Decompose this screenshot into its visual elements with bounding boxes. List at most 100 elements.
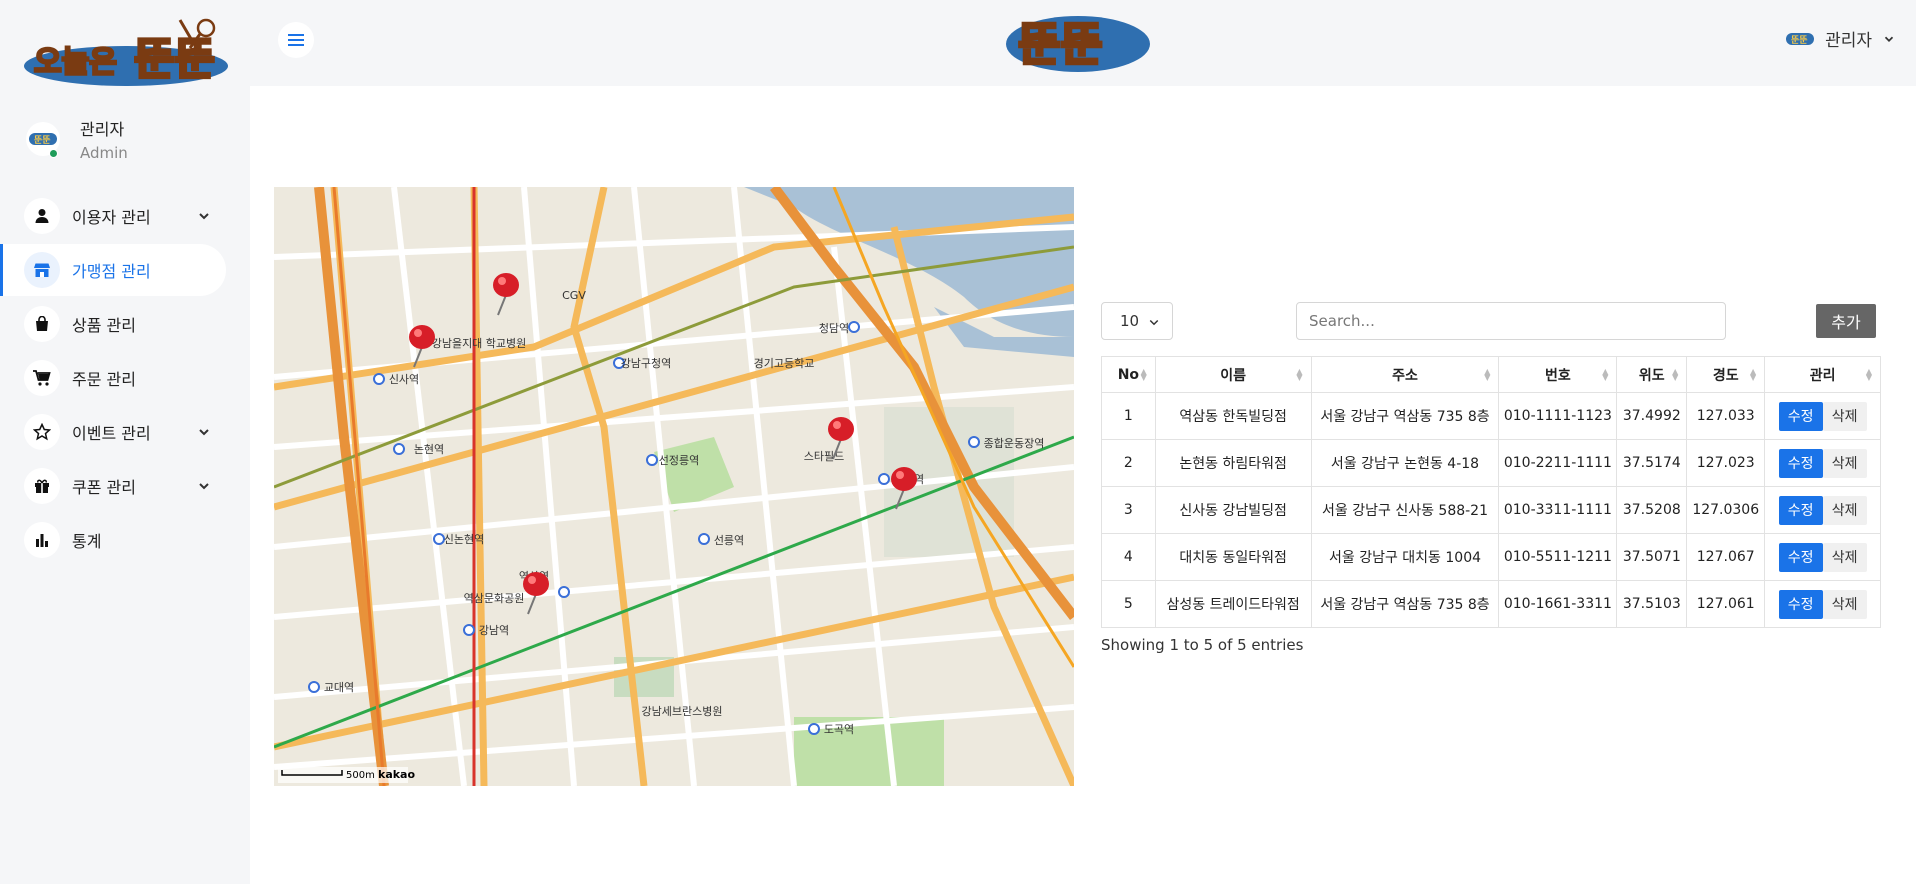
cell-latitude: 37.5174 xyxy=(1616,439,1688,487)
star-icon xyxy=(24,414,60,450)
map-label: 강남구청역 xyxy=(621,357,672,370)
cell-name: 역삼동 한독빌딩점 xyxy=(1154,392,1312,440)
map-label: 신사역 xyxy=(389,373,419,386)
cell-no: 1 xyxy=(1101,392,1156,440)
cell-no: 2 xyxy=(1101,439,1156,487)
cell-latitude: 37.5103 xyxy=(1616,580,1688,628)
map-label: 청담역 xyxy=(819,322,849,335)
map-label: 경기고등학교 xyxy=(754,357,815,370)
edit-button[interactable]: 수정 xyxy=(1778,589,1823,619)
svg-text:뚠뚠: 뚠뚠 xyxy=(134,34,215,85)
column-header-manage[interactable]: 관리 ▲ ▼ xyxy=(1764,356,1881,393)
user-menu[interactable]: 뚠뚠 관리자 xyxy=(1785,26,1896,51)
cell-name: 논현동 하림타워점 xyxy=(1154,439,1312,487)
edit-button[interactable]: 수정 xyxy=(1778,448,1823,478)
cell-no: 4 xyxy=(1101,533,1156,581)
sidebar-menu: 이용자 관리 가맹점 관리 상품 관리 주문 관리 이벤트 관리 쿠폰 관리 통… xyxy=(0,190,250,568)
page-length-value: 10 xyxy=(1120,312,1140,330)
cell-latitude: 37.4992 xyxy=(1616,392,1688,440)
sidebar-item-products[interactable]: 상품 관리 xyxy=(0,298,250,350)
column-header-phone[interactable]: 번호 ▲ ▼ xyxy=(1498,356,1618,393)
cell-longitude: 127.061 xyxy=(1686,580,1766,628)
svg-text:뚠뚠: 뚠뚠 xyxy=(34,135,51,146)
add-store-button[interactable]: 추가 xyxy=(1816,304,1876,338)
cell-phone: 010-3311-1111 xyxy=(1498,486,1618,534)
cell-address: 서울 강남구 신사동 588-21 xyxy=(1310,486,1500,534)
sidebar-item-label: 가맹점 관리 xyxy=(72,262,151,281)
delete-button[interactable]: 삭제 xyxy=(1822,589,1867,619)
sidebar: 오늘은 뚠뚠 뚠뚠 관리자 Admin 이용자 관리 가맹점 관리 상품 관리 … xyxy=(0,0,250,884)
header-logo[interactable]: 뚠뚠 xyxy=(1004,10,1152,74)
column-header-name[interactable]: 이름 ▲ ▼ xyxy=(1154,356,1312,393)
sidebar-item-statistics[interactable]: 통계 xyxy=(0,514,250,566)
cell-longitude: 127.0306 xyxy=(1686,486,1766,534)
cell-name: 대치동 동일타워점 xyxy=(1154,533,1312,581)
column-header-latitude[interactable]: 위도 ▲ ▼ xyxy=(1616,356,1688,393)
column-header-no[interactable]: No ▲ ▼ xyxy=(1101,356,1156,393)
table-row: 4 대치동 동일타워점 서울 강남구 대치동 1004 010-5511-121… xyxy=(1101,533,1881,581)
cell-longitude: 127.033 xyxy=(1686,392,1766,440)
map-label: 교대역 xyxy=(324,681,354,694)
cell-phone: 010-1661-3311 xyxy=(1498,580,1618,628)
chevron-down-icon xyxy=(199,483,209,490)
cart-icon xyxy=(24,360,60,396)
cell-phone: 010-5511-1211 xyxy=(1498,533,1618,581)
avatar: 뚠뚠 xyxy=(1786,32,1815,46)
cell-address: 서울 강남구 역삼동 735 8층 xyxy=(1310,392,1500,440)
cell-actions: 수정 삭제 xyxy=(1764,486,1881,534)
avatar: 뚠뚠 xyxy=(26,122,60,158)
sort-icon: ▲ ▼ xyxy=(1865,367,1872,382)
column-header-address[interactable]: 주소 ▲ ▼ xyxy=(1310,356,1500,393)
store-icon xyxy=(24,252,60,288)
cell-name: 신사동 강남빌딩점 xyxy=(1154,486,1312,534)
sidebar-item-label: 쿠폰 관리 xyxy=(72,478,136,497)
delete-button[interactable]: 삭제 xyxy=(1822,495,1867,525)
chevron-down-icon xyxy=(199,213,209,220)
map-label: 선릉역 xyxy=(714,534,744,547)
sidebar-item-users[interactable]: 이용자 관리 xyxy=(0,190,250,242)
svg-text:오늘은: 오늘은 xyxy=(34,45,117,80)
cell-phone: 010-2211-1111 xyxy=(1498,439,1618,487)
cell-actions: 수정 삭제 xyxy=(1764,533,1881,581)
delete-button[interactable]: 삭제 xyxy=(1822,542,1867,572)
hamburger-menu-button[interactable] xyxy=(278,22,314,58)
sidebar-item-label: 주문 관리 xyxy=(72,370,136,389)
bag-icon xyxy=(24,306,60,342)
cell-longitude: 127.067 xyxy=(1686,533,1766,581)
sidebar-item-events[interactable]: 이벤트 관리 xyxy=(0,406,250,458)
sidebar-item-orders[interactable]: 주문 관리 xyxy=(0,352,250,404)
cell-no: 3 xyxy=(1101,486,1156,534)
page-length-select[interactable]: 10 xyxy=(1101,302,1173,340)
cell-longitude: 127.023 xyxy=(1686,439,1766,487)
chevron-down-icon xyxy=(199,429,209,436)
delete-button[interactable]: 삭제 xyxy=(1822,448,1867,478)
map-scale-label: 500m xyxy=(346,770,375,781)
cell-no: 5 xyxy=(1101,580,1156,628)
store-table: No ▲ ▼ 이름 ▲ ▼ 주소 ▲ ▼ 번호 ▲ ▼ 위도 ▲ ▼ 경도 ▲ ▼ 관리 ▲ ▼ 1 역삼동… xyxy=(1101,356,1881,628)
delete-button[interactable]: 삭제 xyxy=(1822,401,1867,431)
sidebar-item-coupons[interactable]: 쿠폰 관리 xyxy=(0,460,250,512)
cell-address: 서울 강남구 역삼동 735 8층 xyxy=(1310,580,1500,628)
column-header-longitude[interactable]: 경도 ▲ ▼ xyxy=(1686,356,1766,393)
chevron-down-icon xyxy=(1884,36,1894,42)
app-logo[interactable]: 오늘은 뚠뚠 xyxy=(22,14,230,88)
cell-latitude: 37.5071 xyxy=(1616,533,1688,581)
cell-actions: 수정 삭제 xyxy=(1764,580,1881,628)
search-input[interactable] xyxy=(1296,302,1726,340)
store-table-section: 10 추가 No▲▼ 이름▲▼ 주소▲▼ 번호▲▼ 위도▲▼ 경도▲▼ 관리▲▼ xyxy=(1101,302,1901,654)
table-row: 5 삼성동 트레이드타워점 서울 강남구 역삼동 735 8층 010-1661… xyxy=(1101,580,1881,628)
edit-button[interactable]: 수정 xyxy=(1778,495,1823,525)
cell-actions: 수정 삭제 xyxy=(1764,392,1881,440)
sort-icon: ▲ ▼ xyxy=(1602,367,1609,382)
edit-button[interactable]: 수정 xyxy=(1778,401,1823,431)
sort-icon: ▲ ▼ xyxy=(1484,367,1491,382)
sidebar-item-stores[interactable]: 가맹점 관리 xyxy=(0,244,226,296)
kakao-logo: kakao xyxy=(378,768,415,781)
map-label: 스타필드 xyxy=(804,450,844,463)
sort-icon: ▲ ▼ xyxy=(1140,367,1147,382)
store-map[interactable]: 신사역 논현역 신논현역 강남역 역삼역 선릉역 선정릉역 삼성역 청담역 강남… xyxy=(274,187,1074,786)
svg-text:뚠뚠: 뚠뚠 xyxy=(1018,17,1103,71)
edit-button[interactable]: 수정 xyxy=(1778,542,1823,572)
sidebar-item-label: 이벤트 관리 xyxy=(72,424,151,443)
sidebar-item-label: 이용자 관리 xyxy=(72,208,151,227)
